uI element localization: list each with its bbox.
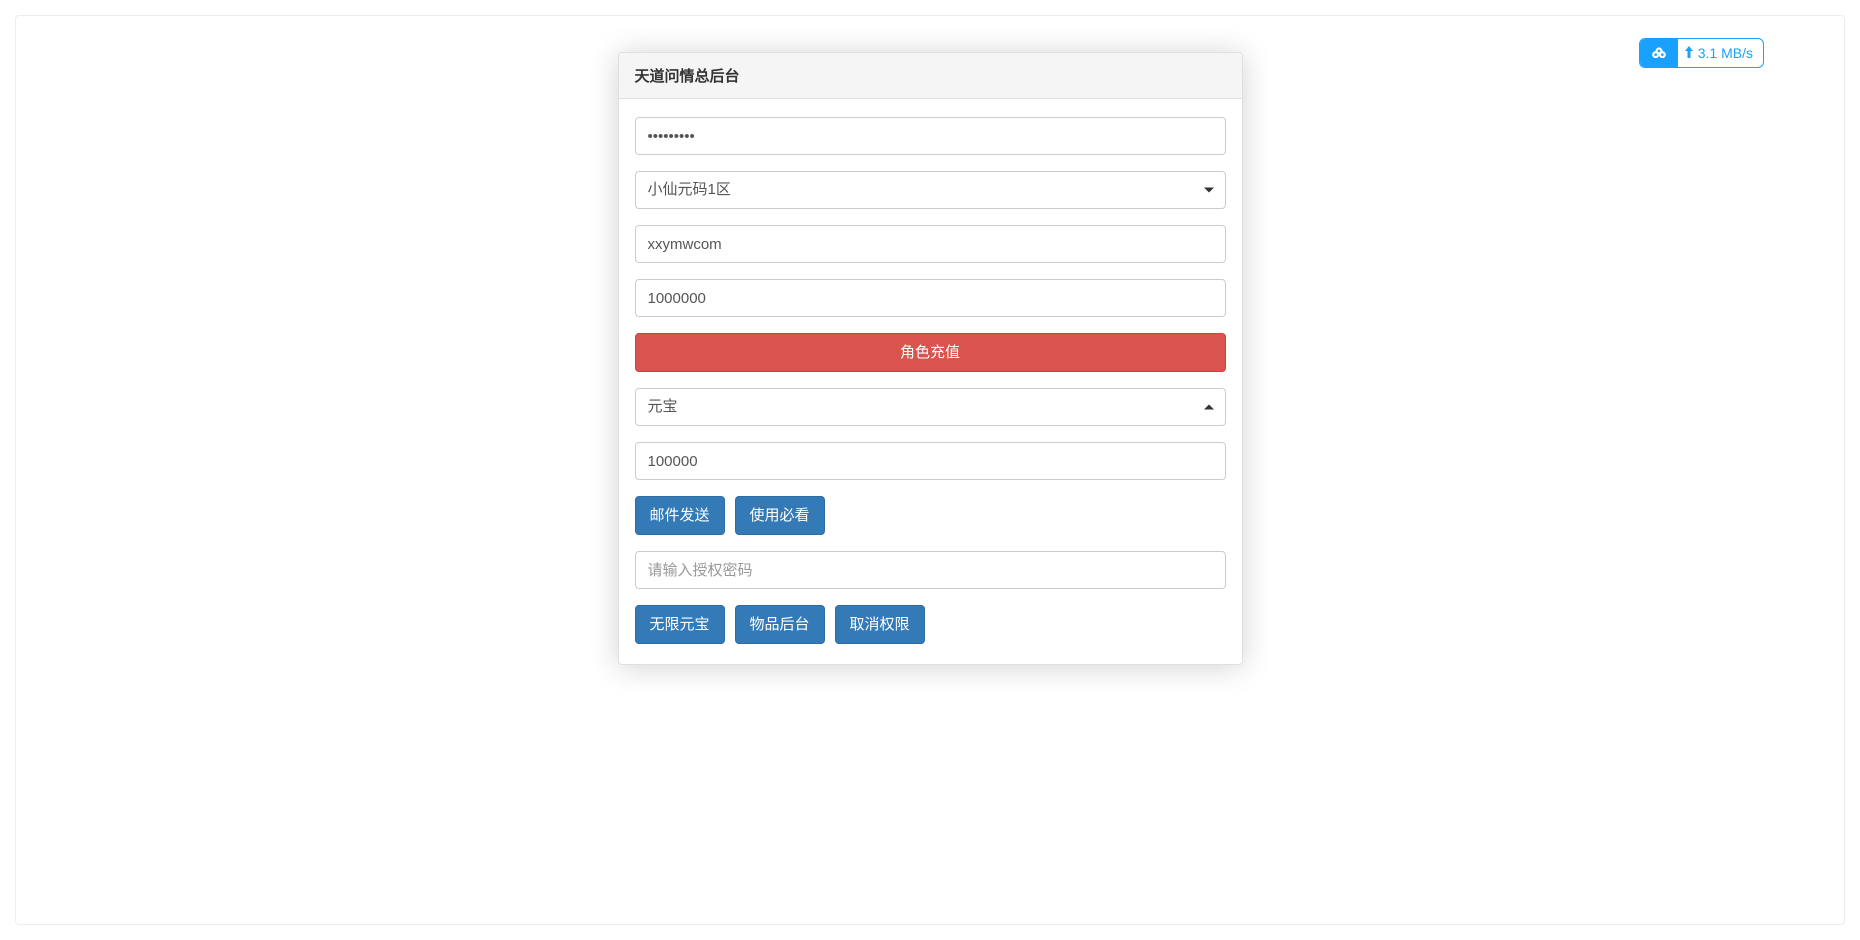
speed-body: 3.1 MB/s: [1678, 39, 1763, 67]
revoke-permission-button[interactable]: 取消权限: [835, 605, 925, 644]
auth-input[interactable]: [635, 551, 1226, 589]
speed-value: 3.1 MB/s: [1698, 45, 1753, 61]
recharge-button[interactable]: 角色充值: [635, 333, 1226, 372]
panel-body: 小仙元码1区 角色充值 元宝: [619, 99, 1242, 664]
account-group: [635, 225, 1226, 263]
currency-select-group: 元宝: [635, 388, 1226, 426]
button-row-2: 无限元宝 物品后台 取消权限: [635, 605, 1226, 644]
amount-group: [635, 279, 1226, 317]
upload-arrow-icon: [1684, 46, 1694, 60]
page-inner: 天道问情总后台 小仙元码1区 角色充值: [15, 15, 1845, 925]
mail-amount-input[interactable]: [635, 442, 1226, 480]
currency-select[interactable]: 元宝: [635, 388, 1226, 426]
mail-amount-group: [635, 442, 1226, 480]
amount-input[interactable]: [635, 279, 1226, 317]
server-select[interactable]: 小仙元码1区: [635, 171, 1226, 209]
password-input[interactable]: [635, 117, 1226, 155]
panel-title: 天道问情总后台: [619, 53, 1242, 99]
unlimited-yuanbao-button[interactable]: 无限元宝: [635, 605, 725, 644]
server-select-group: 小仙元码1区: [635, 171, 1226, 209]
button-row-1: 邮件发送 使用必看: [635, 496, 1226, 535]
password-group: [635, 117, 1226, 155]
usage-guide-button[interactable]: 使用必看: [735, 496, 825, 535]
speed-widget[interactable]: 3.1 MB/s: [1639, 38, 1764, 68]
send-mail-button[interactable]: 邮件发送: [635, 496, 725, 535]
page-root: 天道问情总后台 小仙元码1区 角色充值: [0, 0, 1860, 940]
auth-group: [635, 551, 1226, 589]
account-input[interactable]: [635, 225, 1226, 263]
cloud-icon: [1640, 39, 1678, 67]
item-backend-button[interactable]: 物品后台: [735, 605, 825, 644]
recharge-group: 角色充值: [635, 333, 1226, 372]
admin-panel: 天道问情总后台 小仙元码1区 角色充值: [618, 52, 1243, 665]
